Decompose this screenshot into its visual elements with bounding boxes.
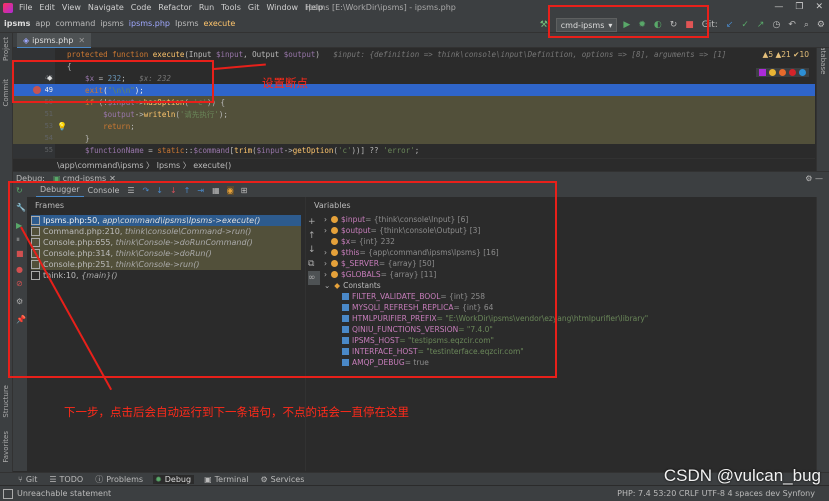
git-update-icon[interactable]: ↙	[726, 20, 734, 30]
code-text: $functionName = static::$command[trim($i…	[67, 145, 420, 155]
tab-terminal[interactable]: Terminal	[215, 475, 249, 484]
hammer-icon[interactable]: ⚒	[540, 20, 548, 30]
rollback-icon[interactable]: ↶	[788, 20, 796, 30]
services-icon: ⚙	[260, 475, 268, 484]
menu-view[interactable]: View	[62, 3, 81, 12]
editor-breadcrumb: \app\command\ipsms 〉 Ipsms 〉 execute()	[13, 158, 815, 171]
menu-file[interactable]: File	[19, 3, 32, 12]
annotation-step-note: 下一步，点击后会自动运行到下一条语句，不点的话会一直停在这里	[64, 405, 409, 419]
line-number: 55	[44, 146, 53, 154]
status-icon	[3, 488, 13, 499]
tab-services[interactable]: Services	[271, 475, 305, 484]
terminal-icon: ▣	[204, 475, 212, 484]
crumb-command[interactable]: command	[55, 19, 95, 28]
menu-git[interactable]: Git	[248, 3, 260, 12]
crumb-app[interactable]: app	[35, 19, 50, 28]
menu-code[interactable]: Code	[131, 3, 151, 12]
menu-tools[interactable]: Tools	[221, 3, 241, 12]
project-tool-tab[interactable]: Project	[2, 37, 10, 61]
code-line: 51 $output->writeln('请先执行');	[13, 108, 815, 120]
watermark: CSDN @vulcan_bug	[663, 466, 821, 485]
code-line: 54 }	[13, 132, 815, 144]
status-bar: Unreachable statement PHP: 7.4 53:20 CRL…	[0, 485, 829, 501]
settings-icon[interactable]: ⚙	[817, 20, 825, 30]
annotation-breakpoint-note: 设置断点	[262, 76, 308, 90]
tab-todo[interactable]: TODO	[60, 475, 84, 484]
menu-edit[interactable]: Edit	[39, 3, 55, 12]
debug-settings-icon[interactable]: ⚙ —	[805, 174, 823, 183]
close-tab-icon[interactable]: ✕	[78, 36, 85, 45]
todo-icon: ☰	[49, 475, 57, 484]
favorites-tool-tab[interactable]: Favorites	[2, 431, 10, 463]
menu-navigate[interactable]: Navigate	[88, 3, 124, 12]
code-line: 53 💡 return;	[13, 120, 815, 132]
maximize-icon[interactable]: ❐	[795, 2, 803, 12]
commit-tool-tab[interactable]: Commit	[2, 79, 10, 107]
line-number: 51	[44, 110, 53, 118]
code-line: 55 $functionName = static::$command[trim…	[13, 144, 815, 156]
menu-run[interactable]: Run	[199, 3, 214, 12]
menu-refactor[interactable]: Refactor	[158, 3, 192, 12]
code-line: protected function execute(Input $input,…	[13, 48, 815, 60]
window-title: ipsms [E:\WorkDir\ipsms] - ipsms.php	[306, 3, 456, 12]
right-tool-strip: Database	[816, 33, 829, 472]
git-push-icon[interactable]: ↗	[757, 20, 765, 30]
menu-bar: File Edit View Navigate Code Refactor Ru…	[19, 3, 330, 12]
tab-label: ipsms.php	[32, 35, 74, 45]
structure-tool-tab[interactable]: Structure	[2, 385, 10, 418]
tab-git[interactable]: Git	[26, 475, 38, 484]
crumb-class[interactable]: Ipsms	[175, 19, 199, 28]
code-text: }	[67, 133, 90, 143]
problems-icon: ⓘ	[95, 475, 104, 484]
crumb-project[interactable]: ipsms	[4, 19, 30, 28]
crumb-ipsms[interactable]: ipsms	[100, 19, 123, 28]
status-right[interactable]: PHP: 7.4 53:20 CRLF UTF-8 4 spaces dev S…	[617, 489, 815, 498]
code-text: return;	[67, 121, 135, 131]
code-text: protected function execute(Input $input,…	[67, 49, 727, 59]
crumb-method[interactable]: execute	[204, 19, 236, 28]
editor-breadcrumb-text[interactable]: \app\command\ipsms 〉 Ipsms 〉 execute()	[57, 160, 231, 171]
code-text: $output->writeln('请先执行');	[67, 109, 228, 119]
annotation-box-toolbar	[548, 5, 709, 38]
minimize-icon[interactable]: —	[774, 2, 783, 12]
php-file-icon: ◈	[23, 35, 30, 45]
status-message: Unreachable statement	[17, 489, 112, 498]
crumb-file[interactable]: ipsms.php	[129, 19, 170, 28]
annotation-box-breakpoint	[12, 60, 214, 103]
debug-tool-icon: ✹	[153, 475, 164, 484]
git-commit-icon[interactable]: ✓	[741, 20, 749, 30]
history-icon[interactable]: ◷	[772, 20, 780, 30]
git-tool-icon: ⑂	[18, 475, 23, 484]
annotation-box-debug	[8, 181, 557, 378]
tab-problems[interactable]: Problems	[106, 475, 143, 484]
line-number: 54	[44, 134, 53, 142]
lightbulb-icon[interactable]: 💡	[57, 122, 67, 131]
tab-ipsms-php[interactable]: ◈ ipsms.php ✕	[17, 33, 92, 49]
tab-debug[interactable]: Debug	[163, 475, 195, 484]
close-icon[interactable]: ✕	[815, 2, 823, 12]
search-icon[interactable]: ⌕	[804, 20, 809, 30]
menu-window[interactable]: Window	[266, 3, 298, 12]
breadcrumb: ipsms app command ipsms ipsms.php Ipsms …	[4, 19, 240, 28]
line-number: 53	[44, 122, 53, 130]
phpstorm-logo-icon	[3, 3, 13, 13]
window-controls: — ❐ ✕	[762, 2, 823, 12]
